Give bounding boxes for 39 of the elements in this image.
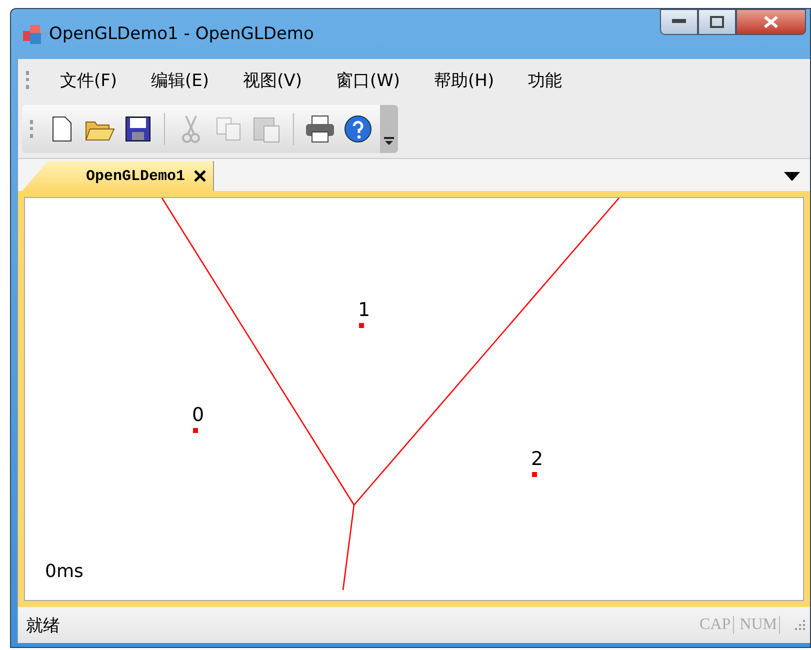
maximize-icon — [710, 16, 724, 28]
point-label: 1 — [358, 299, 370, 321]
document-tab[interactable]: OpenGLDemo1 — [22, 161, 214, 191]
document-icon — [52, 116, 72, 142]
render-time: 0ms — [45, 561, 84, 582]
point-label: 0 — [192, 404, 204, 426]
dropdown-arrow-icon[interactable] — [784, 172, 800, 180]
point-marker — [532, 472, 537, 477]
toolbar-button[interactable] — [342, 113, 374, 145]
overflow-caret-icon — [384, 137, 394, 145]
copy-icon — [216, 117, 242, 141]
tab-label: OpenGLDemo1 — [86, 168, 186, 184]
help-icon — [344, 115, 372, 143]
window-title: OpenGLDemo1 - OpenGLDemo — [49, 24, 315, 44]
status-indicator: CAP — [698, 616, 734, 634]
minimize-icon — [672, 19, 686, 25]
menu-item[interactable]: 窗口(W) — [324, 68, 422, 92]
close-button[interactable] — [736, 9, 806, 35]
point-label: 2 — [531, 448, 544, 470]
maximize-button[interactable] — [698, 9, 736, 35]
menu-item[interactable]: 帮助(H) — [422, 68, 516, 92]
menu-item[interactable]: 文件(F) — [48, 68, 140, 92]
point-marker — [359, 323, 364, 328]
close-icon — [763, 15, 779, 29]
app-icon — [21, 23, 43, 45]
status-indicator: NUM — [738, 616, 780, 634]
scissors-icon — [181, 115, 201, 143]
menu-item[interactable]: 视图(V) — [231, 68, 324, 92]
close-icon[interactable] — [193, 169, 208, 183]
clipboard-icon — [253, 115, 281, 143]
printer-icon — [305, 115, 335, 143]
menu-item[interactable]: 功能 — [516, 68, 584, 92]
resize-grip-icon[interactable] — [792, 618, 806, 632]
toolbar-button[interactable] — [304, 113, 336, 145]
menu-item[interactable]: 编辑(E) — [139, 68, 232, 92]
point-marker — [193, 428, 198, 433]
toolbar-overflow-button[interactable] — [380, 105, 398, 153]
status-message: 就绪 — [26, 614, 61, 636]
minimize-button[interactable] — [660, 9, 698, 35]
